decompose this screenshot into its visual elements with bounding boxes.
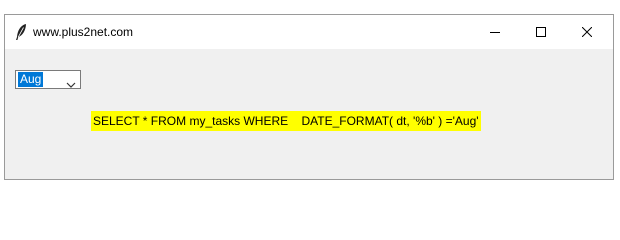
maximize-icon <box>536 27 546 37</box>
window-title: www.plus2net.com <box>33 25 134 39</box>
feather-icon <box>14 23 28 41</box>
month-combobox[interactable]: Aug <box>15 70 81 89</box>
sql-query-label: SELECT * FROM my_tasks WHERE DATE_FORMAT… <box>91 111 481 131</box>
close-button[interactable] <box>564 15 610 49</box>
minimize-button[interactable] <box>472 15 518 49</box>
month-combobox-value[interactable]: Aug <box>18 72 44 87</box>
minimize-icon <box>490 27 500 37</box>
maximize-button[interactable] <box>518 15 564 49</box>
close-icon <box>582 27 592 37</box>
client-area: Aug SELECT * FROM my_tasks WHERE DATE_FO… <box>5 49 613 179</box>
chevron-down-icon[interactable] <box>66 76 76 88</box>
title-bar[interactable]: www.plus2net.com <box>5 15 613 49</box>
app-window: www.plus2net.com Aug SELECT * FROM my_ta… <box>4 14 614 180</box>
